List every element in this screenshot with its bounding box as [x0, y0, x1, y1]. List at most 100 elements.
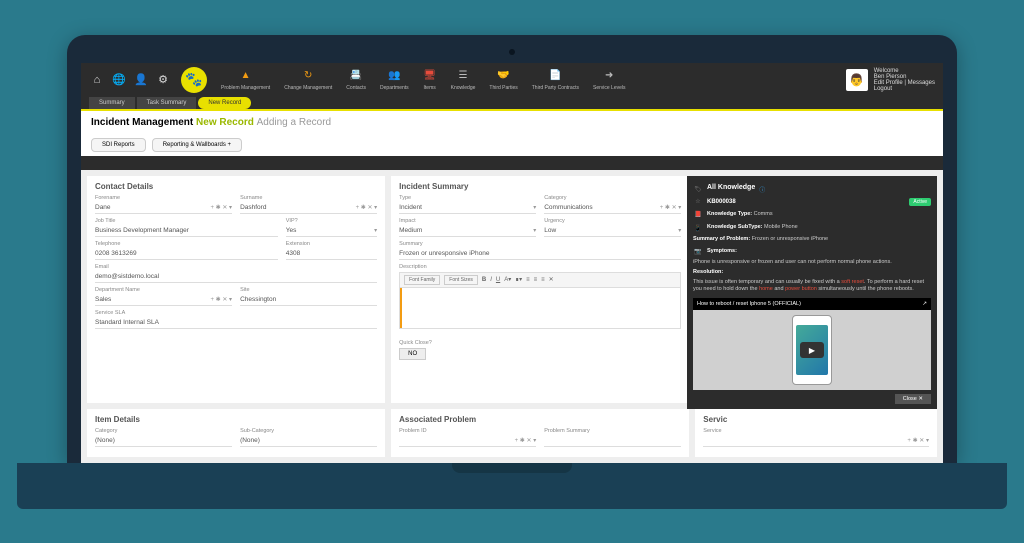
refresh-icon: ↻	[301, 69, 315, 83]
desc-label: Description	[399, 264, 681, 270]
vip-select[interactable]: Yes▾	[286, 225, 377, 237]
category-select[interactable]: Communications+ ✱ ✕ ▾	[544, 202, 681, 214]
people-icon: 👥	[387, 69, 401, 83]
close-button[interactable]: Close ✕	[895, 394, 931, 404]
knowledge-panel: 🏷All Knowledgeⓘ ☆KB000038Active 📕Knowled…	[687, 176, 937, 409]
job-input[interactable]: Business Development Manager	[95, 225, 278, 237]
nav-contacts[interactable]: 📇Contacts	[342, 69, 370, 91]
kb-id[interactable]: KB000038	[707, 199, 736, 205]
app-screen: ⌂ 🌐 👤 ⚙ 🐾 ▲Problem Management ↻ Change Ma…	[81, 63, 943, 463]
nav-knowledge[interactable]: ☰Knowledge	[447, 69, 480, 91]
nav-service-levels[interactable]: ➜Service Levels	[589, 69, 630, 91]
document-icon: 📄	[548, 69, 562, 83]
bold-button[interactable]: B	[482, 277, 486, 283]
font-family-select[interactable]: Font Family	[404, 275, 440, 285]
nav-third-parties[interactable]: 🤝Third Parties	[485, 69, 521, 91]
tab-bar: Summary Task Summary New Record	[81, 97, 943, 109]
job-label: Job Title	[95, 218, 278, 224]
play-button[interactable]: ▶	[800, 342, 824, 358]
nav-label: Problem Management	[221, 85, 270, 91]
tel-input[interactable]: 0208 3613269	[95, 248, 278, 260]
laptop-camera	[509, 49, 515, 55]
share-icon[interactable]: ↗	[922, 301, 927, 307]
dept-input[interactable]: Sales+ ✱ ✕ ▾	[95, 294, 232, 306]
problem-id-input[interactable]: + ✱ ✕ ▾	[399, 435, 536, 447]
nav-change[interactable]: ↻ Change Management	[280, 69, 336, 91]
tab-task-summary[interactable]: Task Summary	[137, 97, 197, 109]
nav-items[interactable]: 🖥 Items	[419, 69, 441, 91]
item-sub-select[interactable]: (None)	[240, 435, 377, 447]
site-input[interactable]: Chessington	[240, 294, 377, 306]
reports-bar: SDI Reports Reporting & Wallboards +	[81, 134, 943, 156]
app-mascot-icon[interactable]: 🐾	[181, 67, 207, 93]
ext-label: Extension	[286, 241, 377, 247]
logout-link[interactable]: Logout	[874, 86, 892, 92]
tel-label: Telephone	[95, 241, 278, 247]
kb-title: All Knowledge	[707, 184, 755, 191]
item-cat-select[interactable]: (None)	[95, 435, 232, 447]
phone-icon: 📱	[693, 223, 703, 233]
title-sub: Adding a Record	[257, 117, 332, 128]
impact-select[interactable]: Medium▾	[399, 225, 536, 237]
clear-button[interactable]: ✕	[549, 276, 554, 283]
surname-input[interactable]: Dashford+ ✱ ✕ ▾	[240, 202, 377, 214]
type-label: Type	[399, 195, 536, 201]
quickclose-label: Quick Close?	[399, 340, 432, 346]
forename-input[interactable]: Dane+ ✱ ✕ ▾	[95, 202, 232, 214]
wallboards-button[interactable]: Reporting & Wallboards +	[152, 138, 242, 152]
email-input[interactable]: demo@sistdemo.local	[95, 271, 377, 283]
contact-heading: Contact Details	[95, 182, 377, 191]
nav-problem[interactable]: ▲Problem Management	[217, 69, 274, 91]
info-icon[interactable]: ⓘ	[759, 185, 765, 194]
impact-label: Impact	[399, 218, 536, 224]
avatar[interactable]: 👨	[846, 69, 868, 91]
ext-input[interactable]: 4308	[286, 248, 377, 260]
user-icon[interactable]: 👤	[133, 72, 149, 88]
nav-label: Items	[424, 85, 436, 91]
tab-summary[interactable]: Summary	[89, 97, 135, 109]
nav-label: Contacts	[346, 85, 366, 91]
nav-contracts[interactable]: 📄Third Party Contracts	[528, 69, 583, 91]
home-icon[interactable]: ⌂	[89, 72, 105, 88]
monitor-icon: 🖥	[423, 69, 437, 83]
editor-area[interactable]	[400, 288, 680, 328]
list-icon: ☰	[456, 69, 470, 83]
tab-new-record[interactable]: New Record	[198, 97, 251, 109]
align-left-button[interactable]: ≡	[526, 277, 530, 283]
nav-label: Change Management	[284, 85, 332, 91]
bg-color-button[interactable]: ∎▾	[515, 276, 522, 283]
nav-departments[interactable]: 👥Departments	[376, 69, 413, 91]
underline-button[interactable]: U	[496, 277, 500, 283]
quickclose-no-button[interactable]: NO	[399, 348, 426, 360]
laptop-base	[17, 463, 1007, 509]
urgency-select[interactable]: Low▾	[544, 225, 681, 237]
book-icon: 📕	[693, 209, 703, 219]
title-main: Incident Management	[91, 117, 193, 128]
sla-input[interactable]: Standard Internal SLA	[95, 317, 377, 329]
align-right-button[interactable]: ≡	[541, 277, 545, 283]
email-label: Email	[95, 264, 377, 270]
text-color-button[interactable]: A▾	[504, 276, 511, 283]
dept-label: Department Name	[95, 287, 232, 293]
align-center-button[interactable]: ≡	[534, 277, 538, 283]
incident-panel: Incident Summary TypeIncident▾ CategoryC…	[391, 176, 689, 403]
globe-icon[interactable]: 🌐	[111, 72, 127, 88]
vip-label: VIP?	[286, 218, 377, 224]
kb-video: How to reboot / reset Iphone 5 (OFFICIAL…	[693, 298, 931, 390]
assoc-heading: Associated Problem	[399, 415, 681, 424]
status-badge: Active	[909, 198, 931, 206]
summary-input[interactable]: Frozen or unresponsive iPhone	[399, 248, 681, 260]
rich-text-editor: Font Family Font Sizes B I U A▾ ∎▾ ≡ ≡ ≡…	[399, 272, 681, 329]
italic-button[interactable]: I	[490, 277, 492, 283]
item-details-panel: Item Details Category(None) Sub-Category…	[87, 409, 385, 457]
summary-label: Summary	[399, 241, 681, 247]
service-input[interactable]: + ✱ ✕ ▾	[703, 435, 929, 447]
page-title: Incident Management New Record Adding a …	[81, 111, 943, 134]
sdi-reports-button[interactable]: SDI Reports	[91, 138, 146, 152]
gear-icon[interactable]: ⚙	[155, 72, 171, 88]
type-select[interactable]: Incident▾	[399, 202, 536, 214]
star-icon[interactable]: ☆	[693, 197, 703, 207]
nav-label: Service Levels	[593, 85, 626, 91]
font-size-select[interactable]: Font Sizes	[444, 275, 478, 285]
problem-summary-input[interactable]	[544, 435, 681, 447]
